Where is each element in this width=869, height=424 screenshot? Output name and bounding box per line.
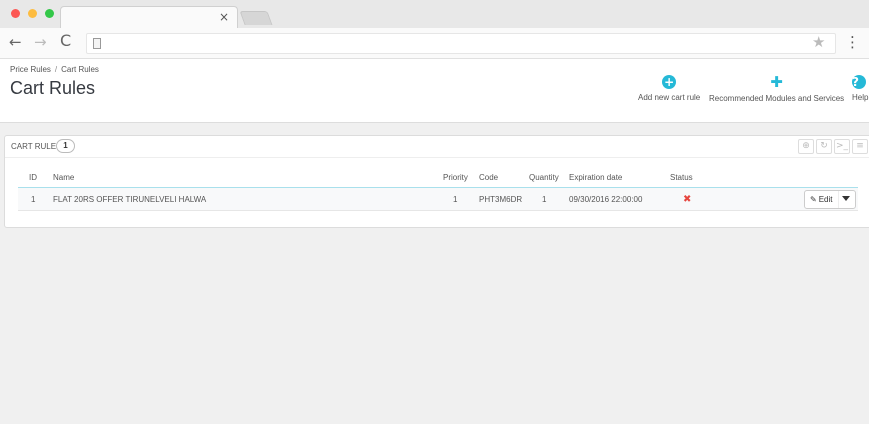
browser-tab-active[interactable]: × <box>60 6 238 28</box>
sql-query-icon[interactable]: >_ <box>834 139 850 154</box>
caret-down-icon[interactable] <box>842 196 850 201</box>
browser-menu-icon[interactable]: ⋮ <box>845 33 860 51</box>
panel-title: Cart rules <box>11 142 62 151</box>
help-button[interactable]: ? Help <box>852 75 868 102</box>
puzzle-icon: ✚ <box>770 73 783 91</box>
column-header-quantity[interactable]: Quantity <box>529 173 559 182</box>
close-window-button[interactable] <box>11 9 20 18</box>
panel-actions: ⊕ ↻ >_ ≡ <box>798 139 868 154</box>
cell-priority: 1 <box>453 195 458 204</box>
row-actions-group: ✎ Edit <box>804 190 856 209</box>
count-badge: 1 <box>56 139 75 153</box>
add-new-cart-rule-button[interactable]: + Add new cart rule <box>638 75 700 102</box>
pencil-icon: ✎ <box>810 195 817 204</box>
cell-name: FLAT 20RS OFFER TIRUNELVELI HALWA <box>53 195 207 204</box>
cell-id: 1 <box>31 195 36 204</box>
recommended-modules-button[interactable]: ✚ Recommended Modules and Services <box>709 73 845 104</box>
help-label: Help <box>852 93 869 102</box>
url-input[interactable] <box>86 33 836 54</box>
maximize-window-button[interactable] <box>45 9 54 18</box>
minimize-window-button[interactable] <box>28 9 37 18</box>
new-tab-button[interactable] <box>239 11 273 25</box>
column-header-priority[interactable]: Priority <box>443 173 468 182</box>
add-icon[interactable]: ⊕ <box>798 139 814 154</box>
column-header-expiration-date[interactable]: Expiration date <box>569 173 622 182</box>
reload-icon[interactable]: C <box>60 31 71 50</box>
disabled-x-icon[interactable]: ✖ <box>683 194 691 205</box>
cell-code: PHT3M6DR <box>479 195 523 204</box>
back-arrow-icon[interactable]: ← <box>9 33 22 51</box>
forward-arrow-icon[interactable]: → <box>34 33 47 51</box>
bookmark-star-icon[interactable]: ★ <box>812 33 825 51</box>
question-circle-icon: ? <box>852 75 866 89</box>
tab-close-icon[interactable]: × <box>219 10 229 24</box>
cart-rules-panel: Cart rules 1 ⊕ ↻ >_ ≡ ID Name Priority C… <box>4 135 869 228</box>
page-icon <box>93 38 101 49</box>
panel-heading: Cart rules 1 ⊕ ↻ >_ ≡ <box>5 136 869 158</box>
plus-circle-icon: + <box>662 75 677 89</box>
column-header-status[interactable]: Status <box>670 173 693 182</box>
edit-button[interactable]: ✎ Edit <box>805 191 839 208</box>
browser-address-bar: ← → C ★ ⋮ <box>0 28 869 59</box>
breadcrumb-item-price-rules[interactable]: Price Rules <box>10 65 51 74</box>
page-title: Cart Rules <box>10 78 96 98</box>
page-header: Price Rules / Cart Rules Cart Rules + Add … <box>0 59 869 123</box>
refresh-icon[interactable]: ↻ <box>816 139 832 154</box>
add-new-cart-rule-label: Add new cart rule <box>638 93 701 102</box>
edit-label: Edit <box>818 195 833 204</box>
column-header-code[interactable]: Code <box>479 173 498 182</box>
column-header-id[interactable]: ID <box>29 173 37 182</box>
browser-tab-bar: × <box>0 0 869 28</box>
export-icon[interactable]: ≡ <box>852 139 868 154</box>
breadcrumb-separator: / <box>54 65 58 74</box>
breadcrumb: Price Rules / Cart Rules <box>10 65 99 74</box>
recommended-modules-label: Recommended Modules and Services <box>709 94 845 103</box>
cell-expiration-date: 09/30/2016 22:00:00 <box>569 195 643 204</box>
breadcrumb-item-cart-rules[interactable]: Cart Rules <box>61 65 99 74</box>
cell-quantity: 1 <box>542 195 547 204</box>
column-header-name[interactable]: Name <box>53 173 74 182</box>
window-controls <box>11 9 54 18</box>
